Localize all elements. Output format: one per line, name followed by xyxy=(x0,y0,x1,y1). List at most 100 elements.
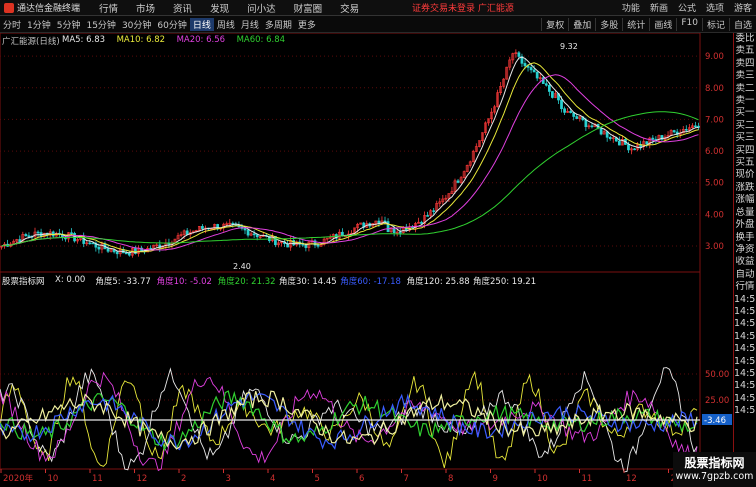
candle-body xyxy=(684,129,688,131)
top-right-item-1[interactable]: 新画 xyxy=(650,1,668,14)
top-right-item-4[interactable]: 游客 xyxy=(734,1,752,14)
indicator-label-1: 角度5: -33.77 xyxy=(95,277,151,287)
x-tick-0: 2020年 xyxy=(3,473,34,484)
quote-label-16: 换手 xyxy=(735,231,755,243)
menu-item-4[interactable]: 问小达 xyxy=(238,1,285,15)
price-tick-5: 4.00 xyxy=(705,210,724,220)
price-tick-4: 5.00 xyxy=(705,179,724,189)
candle-body xyxy=(243,228,247,231)
quote-label-24: 14:56 xyxy=(734,330,756,342)
top-right-item-3[interactable]: 选项 xyxy=(706,1,724,14)
period-tab-3[interactable]: 15分钟 xyxy=(83,18,118,31)
menu-item-3[interactable]: 发现 xyxy=(201,1,238,15)
quote-label-18: 收益 xyxy=(735,256,755,268)
quote-label-19: 自动 xyxy=(735,268,755,280)
candle-body xyxy=(185,230,189,235)
candle-body xyxy=(420,221,423,224)
quote-label-13: 涨幅 xyxy=(735,194,755,206)
ma5-line xyxy=(1,56,699,254)
ma-label-2: MA20: 6.56 xyxy=(176,35,226,45)
candle-body xyxy=(627,144,630,151)
candle-body xyxy=(124,252,128,255)
tool-button-0[interactable]: 复权 xyxy=(541,17,568,31)
quote-label-4: 卖二 xyxy=(735,82,755,94)
menu-item-5[interactable]: 财富圈 xyxy=(285,1,332,15)
menu-item-2[interactable]: 资讯 xyxy=(164,1,201,15)
indicator-tick-0: 50.00 xyxy=(705,370,729,380)
quote-label-27: 14:56 xyxy=(734,367,756,379)
quote-label-5: 卖一 xyxy=(735,95,755,107)
candle-body xyxy=(672,130,676,133)
period-tab-2[interactable]: 5分钟 xyxy=(54,18,84,31)
menu-item-1[interactable]: 市场 xyxy=(127,1,164,15)
candle-body xyxy=(106,248,110,252)
indicator-label-3: 角度20: 21.32 xyxy=(217,277,276,287)
tool-button-6[interactable]: 标记 xyxy=(701,17,729,31)
tool-button-3[interactable]: 统计 xyxy=(622,17,649,31)
quote-label-29: 14:56 xyxy=(734,392,756,404)
quote-label-25: 14:56 xyxy=(734,343,756,355)
menu-item-6[interactable]: 交易 xyxy=(331,1,368,15)
tool-button-2[interactable]: 多股 xyxy=(595,17,622,31)
x-tick-7: 5 xyxy=(315,474,320,484)
period-tab-9[interactable]: 多周期 xyxy=(262,18,295,31)
candle-body xyxy=(456,180,460,183)
candle-body xyxy=(24,234,28,237)
app-logo: 通达信金融终端 xyxy=(0,1,84,14)
top-menu-bar: 通达信金融终端 行情 市场 资讯 发现 问小达 财富圈 交易 证券交易未登录 广汇能源 功能… xyxy=(0,0,756,16)
chart-area[interactable]: 9.00 8.00 7.00 6.00 5.00 4.00 3.00 50.00 25.00 -3… xyxy=(0,33,733,487)
ma-label-3: MA60: 6.84 xyxy=(236,35,286,45)
login-notice[interactable]: 证券交易未登录 广汇能源 xyxy=(412,1,514,14)
quote-label-0: 委比 xyxy=(735,33,755,44)
candle-body xyxy=(304,244,308,248)
menu-item-0[interactable]: 行情 xyxy=(90,1,127,15)
period-tab-6[interactable]: 日线 xyxy=(189,17,214,31)
candle-body xyxy=(547,84,551,92)
period-tab-0[interactable]: 分时 xyxy=(0,18,24,31)
candle-body xyxy=(617,140,621,146)
quote-label-26: 14:56 xyxy=(734,355,756,367)
candle-body xyxy=(584,119,588,127)
top-right-item-2[interactable]: 公式 xyxy=(678,1,696,14)
period-tab-8[interactable]: 月线 xyxy=(238,18,262,31)
period-tab-1[interactable]: 1分钟 xyxy=(24,18,54,31)
candle-body xyxy=(201,226,204,229)
candle-body xyxy=(590,125,594,128)
ma10-line xyxy=(1,62,699,253)
quote-label-11: 现价 xyxy=(735,169,755,181)
candle-body xyxy=(27,235,31,238)
period-tab-4[interactable]: 30分钟 xyxy=(119,18,154,31)
tool-button-4[interactable]: 画线 xyxy=(649,17,676,31)
period-tab-5[interactable]: 60分钟 xyxy=(154,18,189,31)
candle-body xyxy=(694,125,697,128)
tool-button-5[interactable]: F10 xyxy=(676,17,702,31)
indicator-label-7: 角度250: 19.21 xyxy=(473,277,537,287)
quote-label-22: 14:56 xyxy=(734,305,756,317)
quote-label-9: 买四 xyxy=(735,144,755,156)
x-tick-10: 8 xyxy=(448,474,453,484)
x-tick-11: 9 xyxy=(493,474,498,484)
quote-label-30: 14:56 xyxy=(734,405,756,417)
chart-tools: 复权 叠加 多股 统计 画线 F10 标记 自选 xyxy=(541,17,756,31)
candle-body xyxy=(255,234,259,238)
candle-body xyxy=(316,244,320,247)
period-tab-7[interactable]: 周线 xyxy=(214,18,238,31)
price-tick-2: 7.00 xyxy=(705,115,724,125)
tool-button-1[interactable]: 叠加 xyxy=(568,17,595,31)
top-right-item-0[interactable]: 功能 xyxy=(622,1,640,14)
candle-body xyxy=(292,240,296,246)
quote-label-2: 卖四 xyxy=(735,57,755,69)
candle-body xyxy=(91,242,95,245)
indicator-label-2: 角度10: -5.02 xyxy=(156,277,212,287)
quote-label-28: 14:56 xyxy=(734,380,756,392)
indicator-label-5: 角度60: -17.18 xyxy=(340,277,401,287)
tool-button-7[interactable]: 自选 xyxy=(728,17,756,31)
indicator-label-0: X: 0.00 xyxy=(55,275,86,285)
candle-body xyxy=(432,210,436,212)
period-tab-10[interactable]: 更多 xyxy=(295,18,319,31)
candle-body xyxy=(97,246,101,250)
candle-body xyxy=(523,63,527,67)
watermark-url: www.7gpzb.com xyxy=(675,471,754,482)
high-price-label: 9.32 xyxy=(560,42,578,51)
candle-body xyxy=(532,69,536,73)
